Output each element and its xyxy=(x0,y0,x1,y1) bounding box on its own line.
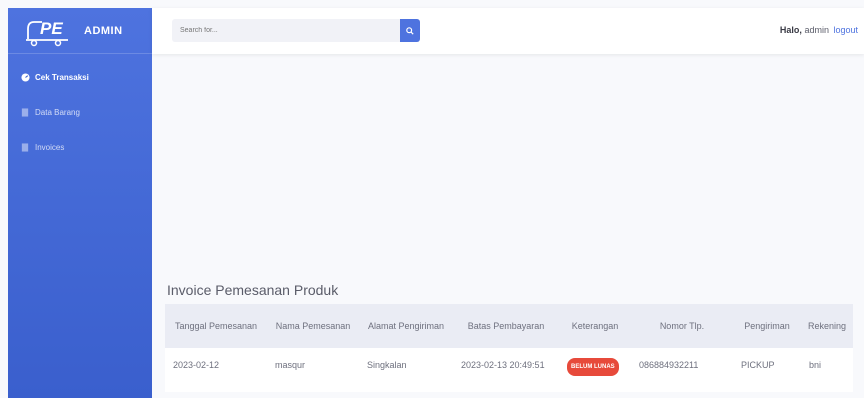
table-cell: 086884932211 xyxy=(631,348,733,392)
document-icon xyxy=(20,143,30,153)
greeting: Halo, xyxy=(779,25,802,35)
table-cell: 2023-02-12 xyxy=(165,348,267,392)
table-cell: 2023-02-13 20:49:51 xyxy=(453,348,559,392)
sidebar-item-cek-transaksi[interactable]: Cek Transaksi xyxy=(8,60,152,95)
document-icon xyxy=(20,108,30,118)
search-button[interactable] xyxy=(400,19,420,42)
column-header[interactable]: Keterangan xyxy=(559,304,631,348)
table-row: 2023-02-12 masqur Singkalan 2023-02-13 2… xyxy=(165,348,853,392)
sidebar-item-data-barang[interactable]: Data Barang xyxy=(8,95,152,130)
column-header[interactable]: Alamat Pengiriman xyxy=(359,304,453,348)
table-cell: masqur xyxy=(267,348,359,392)
truck-logo-icon: PE xyxy=(26,19,68,46)
search-icon xyxy=(406,26,414,35)
brand-title: ADMIN xyxy=(84,24,123,37)
status-badge: BELUM LUNAS xyxy=(567,358,619,376)
user-name: admin xyxy=(804,25,829,35)
sidebar-item-label: Cek Transaksi xyxy=(35,73,89,82)
table-cell: PICKUP xyxy=(733,348,801,392)
brand[interactable]: PE ADMIN xyxy=(8,8,152,54)
tachometer-icon xyxy=(20,73,30,83)
topbar: Halo, admin logout xyxy=(152,8,864,54)
search-input[interactable] xyxy=(172,19,400,42)
table-cell: Singkalan xyxy=(359,348,453,392)
column-header[interactable]: Nomor Tlp. xyxy=(631,304,733,348)
sidebar: PE ADMIN Cek Transaksi Data Barang Invoi… xyxy=(8,8,152,398)
search-bar xyxy=(172,19,420,42)
column-header[interactable]: Pengiriman xyxy=(733,304,801,348)
column-header[interactable]: Rekening xyxy=(801,304,853,348)
page-title: Invoice Pemesanan Produk xyxy=(167,282,339,298)
sidebar-item-label: Invoices xyxy=(35,143,65,152)
column-header[interactable]: Tanggal Pemesanan xyxy=(165,304,267,348)
table-cell: BELUM LUNAS xyxy=(559,348,631,392)
table-header-row: Tanggal Pemesanan Nama Pemesanan Alamat … xyxy=(165,304,853,348)
user-menu: Halo, admin logout xyxy=(780,25,858,35)
brand-logo-text: PE xyxy=(40,19,63,38)
logout-link[interactable]: logout xyxy=(833,25,858,35)
sidebar-item-label: Data Barang xyxy=(35,108,80,117)
column-header[interactable]: Batas Pembayaran xyxy=(453,304,559,348)
invoice-table: Tanggal Pemesanan Nama Pemesanan Alamat … xyxy=(165,304,853,392)
app: PE ADMIN Cek Transaksi Data Barang Invoi… xyxy=(0,0,864,398)
table-cell: bni xyxy=(801,348,853,392)
sidebar-item-invoices[interactable]: Invoices xyxy=(8,130,152,165)
column-header[interactable]: Nama Pemesanan xyxy=(267,304,359,348)
